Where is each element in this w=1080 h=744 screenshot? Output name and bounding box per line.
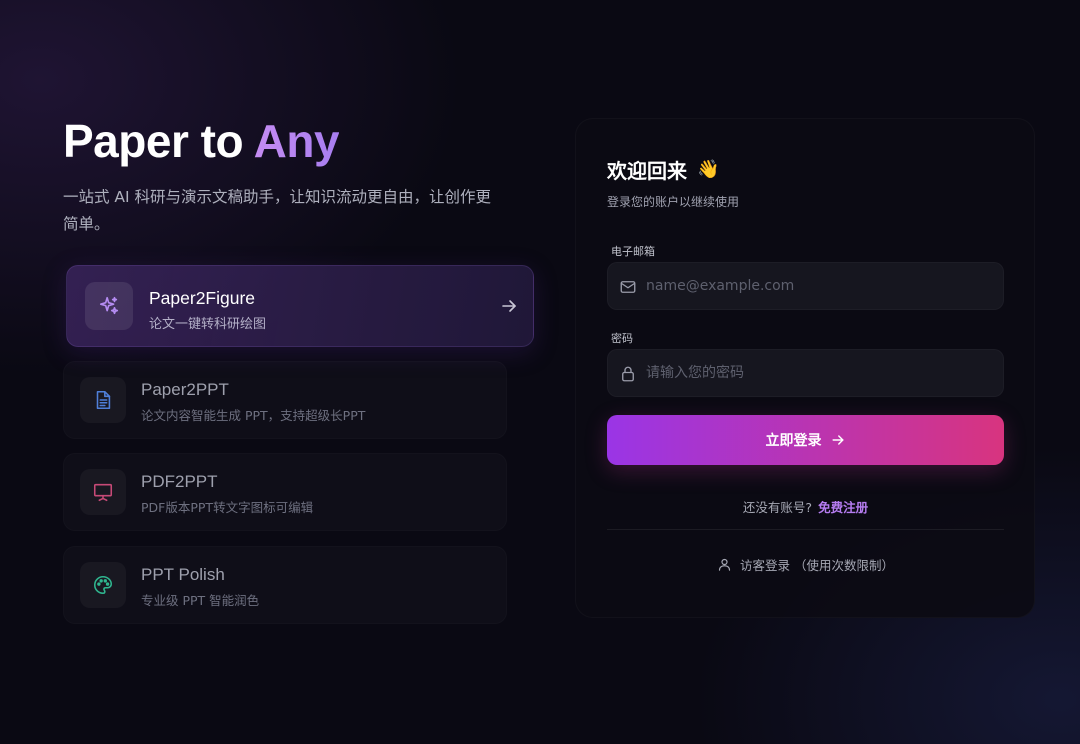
waving-hand-icon: 👋 xyxy=(697,159,720,180)
login-title: 欢迎回来 👋 xyxy=(607,155,719,184)
mail-icon xyxy=(619,278,637,296)
guest-login-button[interactable]: 访客登录 （使用次数限制） xyxy=(607,554,1004,574)
hero-title: Paper to Any xyxy=(63,114,340,168)
login-button-label: 立即登录 xyxy=(765,433,822,449)
login-subtitle: 登录您的账户以继续使用 xyxy=(607,195,740,209)
feature-desc: 论文内容智能生成 PPT，支持超级长PPT xyxy=(141,408,366,423)
signup-link[interactable]: 免费注册 xyxy=(818,500,868,515)
presentation-icon xyxy=(80,469,126,515)
feature-card-pdf2ppt[interactable]: PDF2PPT PDF版本PPT转文字图标可编辑 xyxy=(63,453,507,531)
guest-login-label: 访客登录 （使用次数限制） xyxy=(740,557,894,573)
arrow-right-icon xyxy=(499,296,519,316)
feature-card-paper2ppt[interactable]: Paper2PPT 论文内容智能生成 PPT，支持超级长PPT xyxy=(63,361,507,439)
divider xyxy=(607,529,1004,530)
no-account-text: 还没有账号? xyxy=(742,500,813,515)
arrow-right-icon xyxy=(831,435,844,445)
feature-desc: 专业级 PPT 智能润色 xyxy=(141,593,260,608)
user-icon xyxy=(718,558,731,571)
feature-desc: PDF版本PPT转文字图标可编辑 xyxy=(141,500,314,515)
login-button[interactable]: 立即登录 xyxy=(607,415,1004,465)
feature-title: Paper2Figure xyxy=(149,288,256,308)
lock-icon xyxy=(619,365,637,383)
hero-title-accent: Any xyxy=(253,115,340,167)
password-input[interactable] xyxy=(646,350,996,396)
email-label: 电子邮箱 xyxy=(611,245,655,258)
signup-row: 还没有账号? 免费注册 xyxy=(607,497,1004,516)
password-label: 密码 xyxy=(611,332,633,345)
email-input[interactable] xyxy=(646,263,996,309)
hero-title-main: Paper to xyxy=(63,115,254,167)
welcome-text: 欢迎回来 xyxy=(607,159,687,183)
email-field xyxy=(607,262,1004,310)
palette-icon xyxy=(80,562,126,608)
feature-card-paper2figure[interactable]: Paper2Figure 论文一键转科研绘图 xyxy=(66,265,534,347)
sparkles-icon xyxy=(85,282,133,330)
feature-desc: 论文一键转科研绘图 xyxy=(149,317,267,332)
feature-title: PPT Polish xyxy=(141,565,225,584)
document-icon xyxy=(80,377,126,423)
hero-subtitle: 一站式 AI 科研与演示文稿助手，让知识流动更自由，让创作更简单。 xyxy=(63,188,492,233)
feature-card-ppt-polish[interactable]: PPT Polish 专业级 PPT 智能润色 xyxy=(63,546,507,624)
feature-title: Paper2PPT xyxy=(141,380,229,399)
feature-title: PDF2PPT xyxy=(141,472,218,491)
password-field xyxy=(607,349,1004,397)
